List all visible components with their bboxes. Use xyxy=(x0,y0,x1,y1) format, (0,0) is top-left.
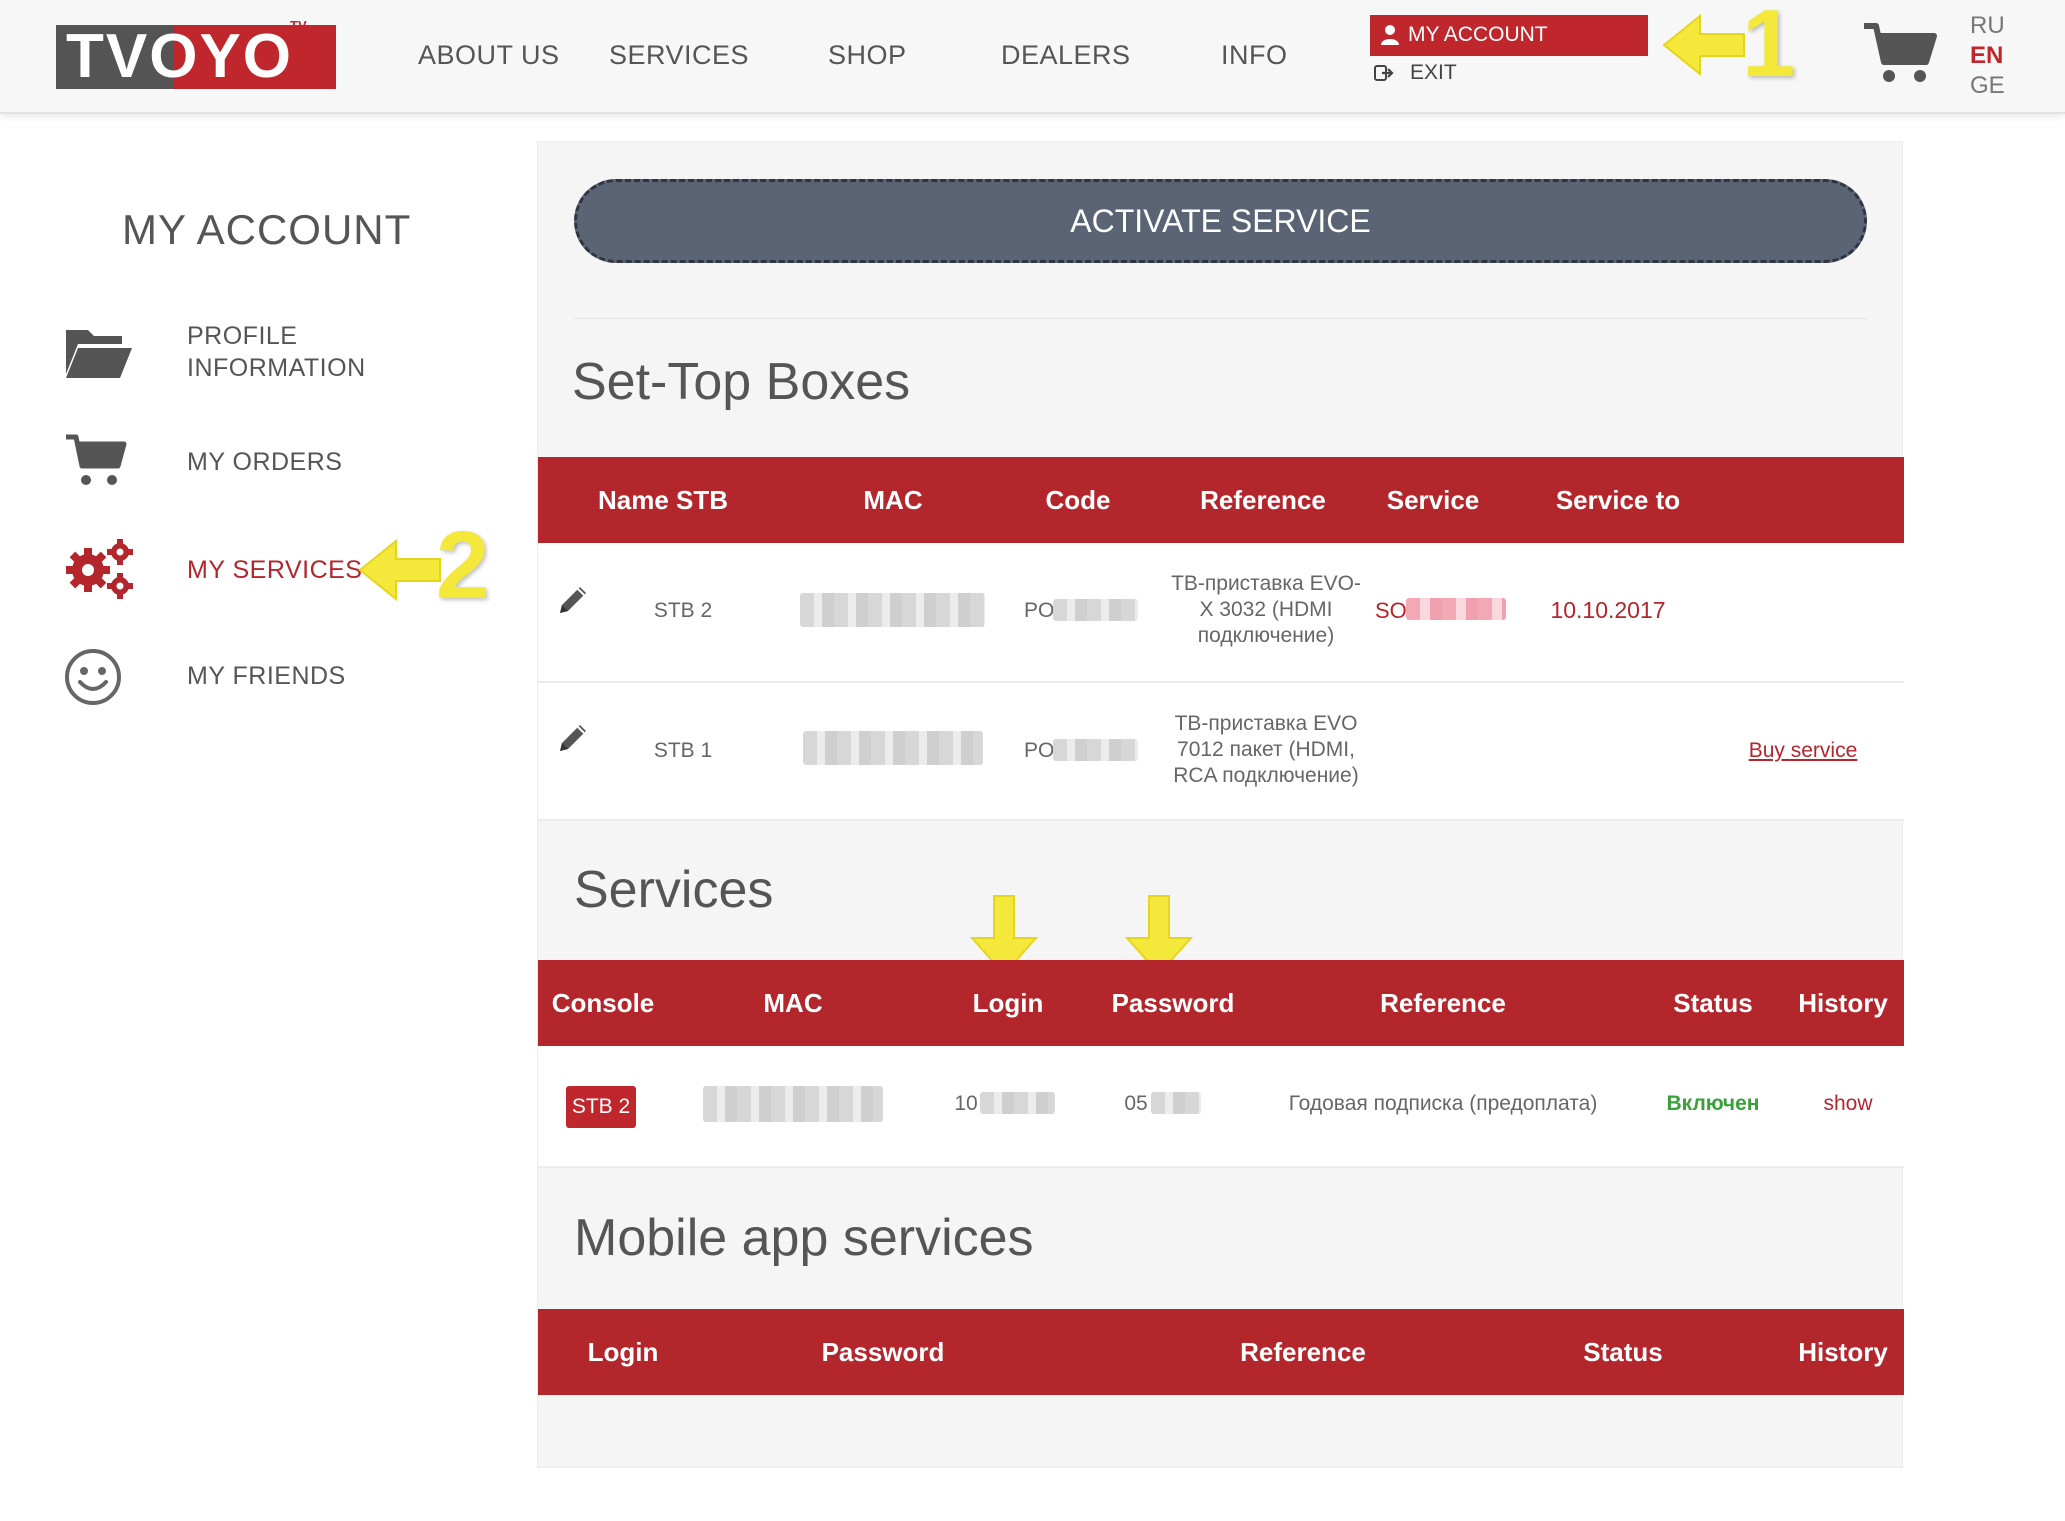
buy-service-link[interactable]: Buy service xyxy=(1738,739,1868,763)
services-section-title: Services xyxy=(574,861,774,919)
column-header: History xyxy=(1798,988,1888,1018)
stb-section-title: Set-Top Boxes xyxy=(572,353,911,411)
table-row: STB 1 PO ТВ-приставка EVO 7012 пакет (HD… xyxy=(538,683,1904,821)
column-header: Reference xyxy=(1200,485,1326,515)
my-account-button[interactable]: MY ACCOUNT xyxy=(1370,15,1648,56)
column-header: Code xyxy=(1045,485,1111,515)
stb-reference: ТВ-приставка EVO-X 3032 (HDMI подключени… xyxy=(1171,572,1361,647)
service-to-date: 10.10.2017 xyxy=(1550,597,1666,623)
stb-name: STB 1 xyxy=(653,739,713,762)
mobile-table-header: Login Password Reference Status History xyxy=(538,1309,1904,1395)
tvoyo-logo[interactable]: TVOYO xyxy=(56,25,336,89)
column-header: Service to xyxy=(1555,485,1681,515)
logo-tv-mark: TV xyxy=(290,18,307,33)
column-header: Name STB xyxy=(597,485,729,515)
column-header: Console xyxy=(551,988,655,1018)
sidebar-item-label: MY FRIENDS xyxy=(187,662,346,690)
site-header: TVOYO TV ABOUT US SERVICES SHOP DEALERS … xyxy=(0,0,2065,114)
stb-table-header: Name STB MAC Code Reference Service Serv… xyxy=(538,457,1904,543)
password-prefix: 05 xyxy=(1124,1092,1148,1115)
column-header: Reference xyxy=(1240,1337,1366,1367)
nav-info[interactable]: INFO xyxy=(1221,40,1288,71)
sidebar-title: MY ACCOUNT xyxy=(122,206,412,253)
column-header: Status xyxy=(1583,1337,1663,1367)
console-badge[interactable]: STB 2 xyxy=(566,1086,636,1128)
table-row: STB 2 10 05 Годовая подписка (предоплата… xyxy=(538,1046,1904,1168)
mobile-section-title: Mobile app services xyxy=(574,1209,1034,1267)
code-value-blurred xyxy=(1053,599,1138,621)
column-header: History xyxy=(1798,1337,1888,1367)
code-prefix: PO xyxy=(1024,599,1055,622)
nav-about-us[interactable]: ABOUT US xyxy=(418,40,560,71)
main-panel: ACTIVATE SERVICE Set-Top Boxes Name STB … xyxy=(537,141,1904,1468)
edit-pencil-icon[interactable] xyxy=(556,583,590,617)
service-prefix: SO xyxy=(1375,598,1407,623)
sidebar-item-services[interactable]: MY SERVICES xyxy=(0,528,500,608)
service-reference: Годовая подписка (предоплата) xyxy=(1288,1092,1598,1115)
table-row: STB 2 PO ТВ-приставка EVO-X 3032 (HDMI п… xyxy=(538,543,1904,683)
column-header: Reference xyxy=(1380,988,1506,1018)
nav-dealers[interactable]: DEALERS xyxy=(1001,40,1131,71)
user-icon xyxy=(1381,25,1399,45)
service-value-blurred xyxy=(1406,598,1506,620)
nav-services[interactable]: SERVICES xyxy=(609,40,749,71)
lang-ru[interactable]: RU xyxy=(1970,12,2005,40)
column-header: MAC xyxy=(863,485,923,515)
column-header: Service xyxy=(1386,485,1480,515)
column-header: Password xyxy=(821,1337,945,1367)
code-prefix: PO xyxy=(1024,739,1055,762)
status-badge: Включен xyxy=(1666,1092,1760,1115)
lang-ge[interactable]: GE xyxy=(1970,72,2005,100)
smiley-icon xyxy=(65,649,121,705)
column-header: Status xyxy=(1673,988,1753,1018)
login-prefix: 10 xyxy=(954,1092,978,1115)
column-header: MAC xyxy=(763,988,823,1018)
edit-pencil-icon[interactable] xyxy=(556,721,590,755)
lang-en[interactable]: EN xyxy=(1970,42,2003,70)
nav-shop[interactable]: SHOP xyxy=(828,40,907,71)
folder-icon xyxy=(66,330,132,378)
sidebar-item-label: MY SERVICES xyxy=(187,556,363,584)
mac-value-blurred xyxy=(800,593,985,627)
code-value-blurred xyxy=(1053,739,1138,761)
stb-name: STB 2 xyxy=(653,599,713,622)
cart-icon[interactable] xyxy=(1862,20,1938,86)
activate-service-button[interactable]: ACTIVATE SERVICE xyxy=(574,179,1867,263)
login-value-blurred xyxy=(980,1092,1055,1114)
annotation-number-2: 2 xyxy=(436,512,490,619)
annotation-arrow-left-icon xyxy=(1662,13,1745,77)
cart-icon xyxy=(66,434,127,485)
password-value-blurred xyxy=(1151,1092,1201,1114)
sidebar-item-friends[interactable]: MY FRIENDS xyxy=(0,638,500,718)
column-header: Password xyxy=(1111,988,1235,1018)
services-table-header: Console MAC Login Password Reference Sta… xyxy=(538,960,1904,1046)
annotation-number-1: 1 xyxy=(1742,0,1796,97)
mac-value-blurred xyxy=(803,731,983,765)
stb-reference: ТВ-приставка EVO 7012 пакет (HDMI, RCA п… xyxy=(1173,712,1359,787)
sidebar-item-orders[interactable]: MY ORDERS xyxy=(0,420,500,500)
mac-value-blurred xyxy=(703,1086,883,1122)
column-header: Login xyxy=(972,988,1044,1018)
divider xyxy=(574,318,1867,319)
sidebar-item-profile[interactable]: PROFILE INFORMATION xyxy=(0,310,500,390)
column-header: Login xyxy=(587,1337,659,1367)
gears-icon xyxy=(66,539,133,599)
sidebar-item-label: PROFILE INFORMATION xyxy=(187,322,366,382)
history-show-link[interactable]: show xyxy=(1798,1092,1898,1116)
sidebar-item-label: MY ORDERS xyxy=(187,448,343,476)
sign-out-icon xyxy=(1374,65,1394,81)
